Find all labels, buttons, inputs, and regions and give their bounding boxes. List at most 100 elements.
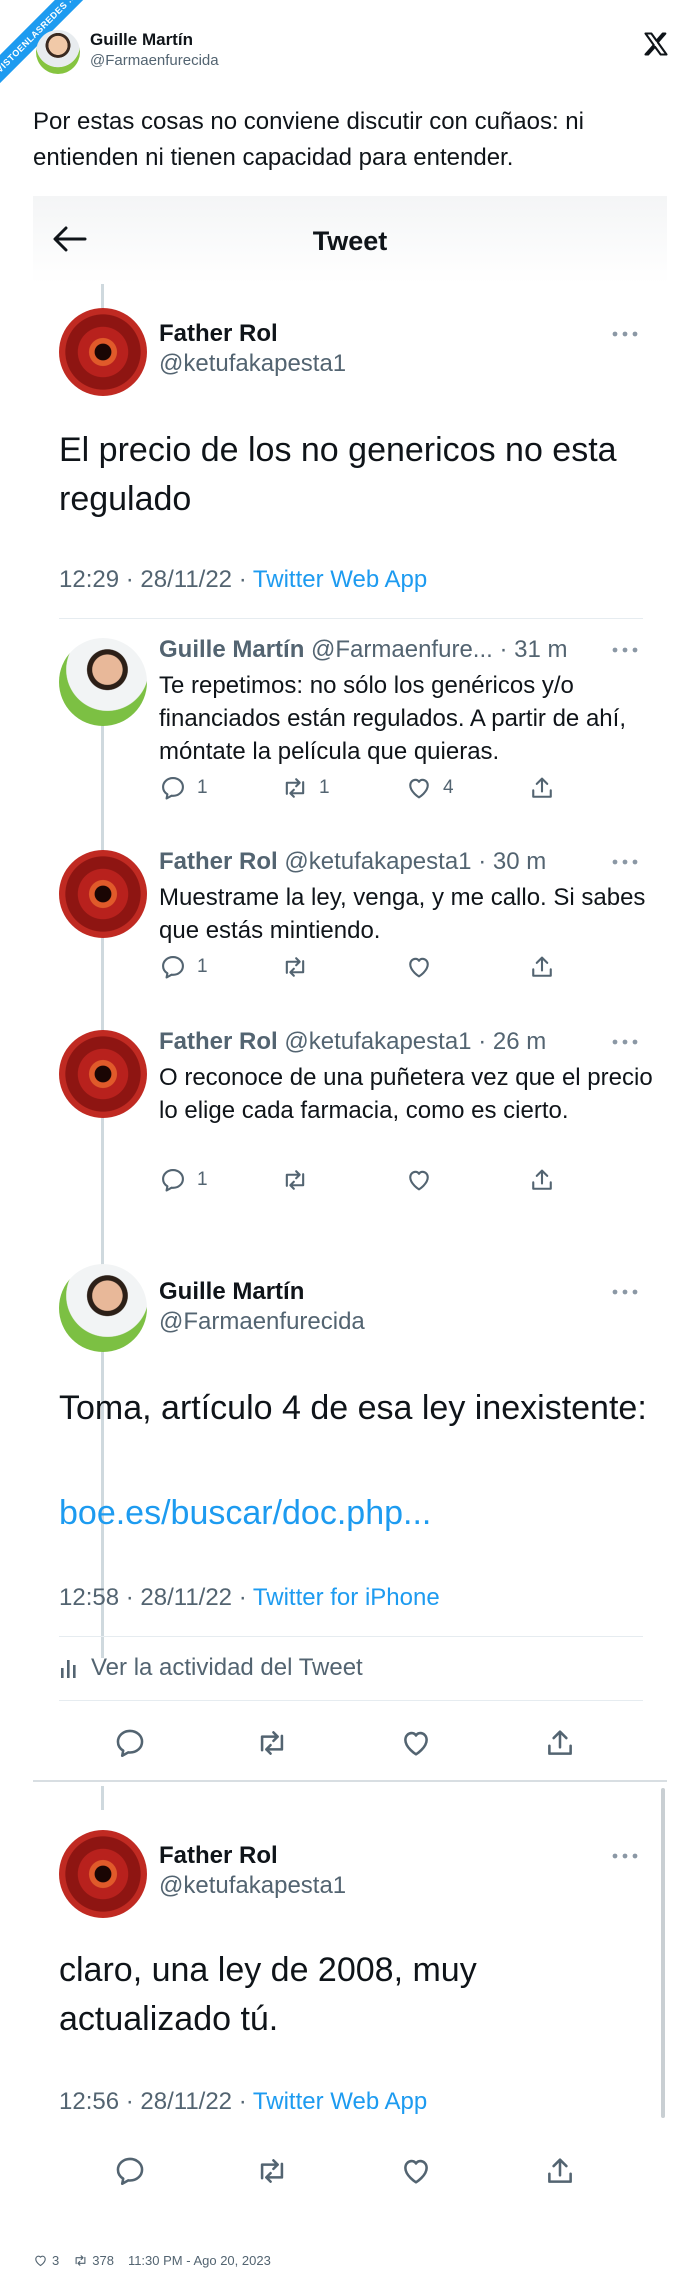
more-options-icon[interactable]	[612, 647, 638, 653]
reply-icon	[113, 1726, 147, 1760]
tweet-activity-link[interactable]: Ver la actividad del Tweet	[59, 1654, 363, 1682]
timestamp-text: 12:58 · 28/11/22 ·	[59, 1584, 253, 1611]
reply-author-name[interactable]: Father Rol	[159, 1028, 278, 1055]
timestamp-text: 12:29 · 28/11/22 ·	[59, 566, 253, 593]
retweet-icon	[281, 1166, 309, 1194]
tweet-author-name[interactable]: Father Rol	[159, 320, 278, 348]
thread-line	[101, 284, 104, 308]
source-link[interactable]: Twitter for iPhone	[253, 1584, 440, 1611]
scrollbar[interactable]	[661, 1788, 665, 2118]
reply-header: Father Rol @ketufakapesta1 · 26 m	[159, 1028, 546, 1056]
divider	[59, 618, 643, 619]
like-button[interactable]: 4	[405, 774, 454, 802]
reply-button[interactable]	[113, 1726, 147, 1760]
retweet-count: 378	[92, 2253, 114, 2268]
tweet-body: claro, una ley de 2008, muy actualizado …	[59, 1951, 477, 2038]
reply-icon	[159, 953, 187, 981]
retweet-icon	[281, 953, 309, 981]
avatar[interactable]	[59, 1030, 147, 1118]
reply-icon	[159, 774, 187, 802]
more-options-icon[interactable]	[612, 859, 638, 865]
reply-header: Father Rol @ketufakapesta1 · 30 m	[159, 848, 546, 876]
reply-author-handle[interactable]: @ketufakapesta1	[284, 848, 471, 875]
share-button[interactable]	[543, 2154, 577, 2188]
share-icon	[528, 1166, 556, 1194]
reply-author-handle[interactable]: @Farmaenfure...	[311, 636, 493, 663]
reply-age: · 26 m	[478, 1028, 547, 1055]
tweet-link[interactable]: boe.es/buscar/doc.php...	[59, 1494, 431, 1533]
reply-body: Te repetimos: no sólo los genéricos y/o …	[159, 672, 626, 765]
retweet-button[interactable]	[281, 1166, 309, 1194]
embed-footer: 3 378 11:30 PM - Ago 20, 2023	[33, 2253, 271, 2268]
retweet-button[interactable]: 1	[281, 774, 330, 802]
analytics-icon	[61, 1660, 76, 1678]
tweet-author-handle[interactable]: @Farmaenfurecida	[159, 1308, 365, 1336]
post-timestamp[interactable]: 11:30 PM - Ago 20, 2023	[128, 2253, 271, 2268]
reply-author-handle[interactable]: @ketufakapesta1	[284, 1028, 471, 1055]
avatar[interactable]	[59, 850, 147, 938]
reply-author-name[interactable]: Father Rol	[159, 848, 278, 875]
retweet-icon	[281, 774, 309, 802]
timestamp-text: 12:56 · 28/11/22 ·	[59, 2088, 253, 2115]
tweet-author-handle[interactable]: @ketufakapesta1	[159, 350, 346, 378]
retweet-button[interactable]	[281, 953, 309, 981]
reply-age: · 30 m	[478, 848, 547, 875]
author-name[interactable]: Guille Martín	[90, 30, 193, 50]
source-link[interactable]: Twitter Web App	[253, 2088, 427, 2115]
like-stat[interactable]: 3	[33, 2253, 59, 2268]
tweet-author-handle[interactable]: @ketufakapesta1	[159, 1872, 346, 1900]
tweet-author-name[interactable]: Guille Martín	[159, 1278, 304, 1306]
retweet-stat[interactable]: 378	[73, 2253, 114, 2268]
retweet-button[interactable]	[255, 2154, 289, 2188]
x-logo-icon[interactable]	[642, 30, 670, 58]
retweet-icon	[255, 2154, 289, 2188]
reply-count: 1	[197, 956, 208, 977]
like-button[interactable]	[405, 1166, 433, 1194]
reply-button[interactable]: 1	[159, 1166, 208, 1194]
avatar[interactable]	[59, 638, 147, 726]
reply-body: Muestrame la ley, venga, y me callo. Si …	[159, 884, 646, 944]
divider	[59, 1700, 643, 1701]
avatar[interactable]	[36, 30, 80, 74]
like-button[interactable]	[399, 2154, 433, 2188]
avatar[interactable]	[59, 308, 147, 396]
share-button[interactable]	[528, 774, 556, 802]
share-button[interactable]	[528, 953, 556, 981]
reply-author-name[interactable]: Guille Martín	[159, 636, 304, 663]
screenshot-header: Tweet	[33, 196, 667, 284]
share-button[interactable]	[543, 1726, 577, 1760]
avatar[interactable]	[59, 1264, 147, 1352]
like-icon	[399, 2154, 433, 2188]
reply-button[interactable]: 1	[159, 774, 208, 802]
tweet-timestamp: 12:58 · 28/11/22 · Twitter for iPhone	[59, 1584, 440, 1612]
tweet-body: El precio de los no genericos no esta re…	[59, 431, 617, 518]
retweet-icon	[255, 1726, 289, 1760]
reply-button[interactable]: 1	[159, 953, 208, 981]
like-count: 4	[443, 777, 454, 798]
like-icon	[405, 1166, 433, 1194]
reply-icon	[159, 1166, 187, 1194]
share-button[interactable]	[528, 1166, 556, 1194]
reply-button[interactable]	[113, 2154, 147, 2188]
retweet-button[interactable]	[255, 1726, 289, 1760]
more-options-icon[interactable]	[612, 331, 638, 337]
tweet-body: Toma, artículo 4 de esa ley inexistente:	[59, 1389, 647, 1427]
more-options-icon[interactable]	[612, 1289, 638, 1295]
like-button[interactable]	[405, 953, 433, 981]
like-icon	[399, 1726, 433, 1760]
tweet-author-name[interactable]: Father Rol	[159, 1842, 278, 1870]
like-button[interactable]	[399, 1726, 433, 1760]
divider	[33, 1780, 667, 1782]
more-options-icon[interactable]	[612, 1039, 638, 1045]
more-options-icon[interactable]	[612, 1853, 638, 1859]
retweet-count: 1	[319, 777, 330, 798]
source-link[interactable]: Twitter Web App	[253, 566, 427, 593]
reply-age: · 31 m	[499, 636, 568, 663]
avatar[interactable]	[59, 1830, 147, 1918]
embed-header: VISTOENLASREDES .com Guille Martín @Farm…	[0, 0, 700, 90]
author-handle[interactable]: @Farmaenfurecida	[90, 52, 219, 69]
tweet-screenshot: Tweet Father Rol @ketufakapesta1 El prec…	[33, 196, 667, 2206]
share-icon	[543, 1726, 577, 1760]
reply-body: O reconoce de una puñetera vez que el pr…	[159, 1064, 653, 1124]
like-icon	[405, 774, 433, 802]
